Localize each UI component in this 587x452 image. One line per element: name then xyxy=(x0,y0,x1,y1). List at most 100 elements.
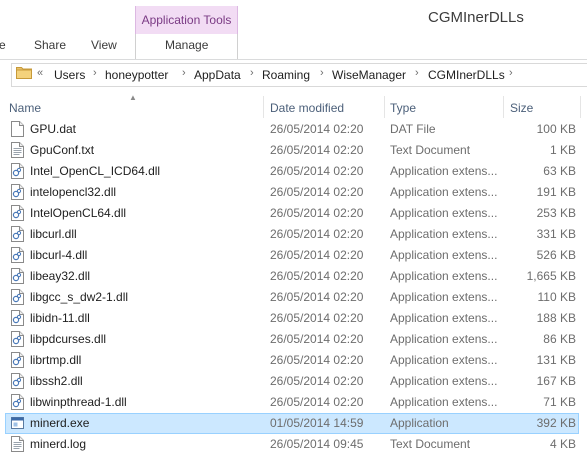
column-divider[interactable] xyxy=(503,96,504,118)
column-header-type[interactable]: Type xyxy=(390,101,416,115)
breadcrumb-honeypotter[interactable]: honeypotter xyxy=(105,68,168,82)
column-divider[interactable] xyxy=(263,96,264,118)
dll-file-icon xyxy=(11,226,24,242)
file-row[interactable]: libssh2.dll 26/05/2014 02:20 Application e… xyxy=(0,371,587,392)
file-size: 331 KB xyxy=(536,227,576,241)
file-date-modified: 26/05/2014 02:20 xyxy=(270,227,364,241)
column-divider[interactable] xyxy=(580,96,581,118)
file-date-modified: 26/05/2014 09:45 xyxy=(270,437,364,451)
dll-file-icon xyxy=(11,352,24,368)
file-size: 392 KB xyxy=(536,416,576,430)
breadcrumb-cgminerdlls[interactable]: CGMInerDLLs xyxy=(428,68,505,82)
file-type: Application extens... xyxy=(390,374,498,388)
column-divider[interactable] xyxy=(384,96,385,118)
breadcrumb-overflow-chevron[interactable]: « xyxy=(37,67,43,79)
file-row[interactable]: libeay32.dll 26/05/2014 02:20 Application … xyxy=(0,266,587,287)
file-date-modified: 01/05/2014 14:59 xyxy=(270,416,364,430)
file-name: GpuConf.txt xyxy=(30,143,95,157)
file-name: libcurl-4.dll xyxy=(30,248,88,262)
file-date-modified: 26/05/2014 02:20 xyxy=(270,374,364,388)
dll-file-icon xyxy=(11,310,24,326)
window-title: CGMInerDLLs xyxy=(428,9,524,26)
breadcrumb-chevron-icon[interactable]: › xyxy=(509,67,513,79)
file-type: Application extens... xyxy=(390,395,498,409)
text-file-icon xyxy=(11,142,24,158)
file-name: librtmp.dll xyxy=(30,353,82,367)
file-name: libidn-11.dll xyxy=(30,311,90,325)
file-type: Application extens... xyxy=(390,269,498,283)
file-row[interactable]: libcurl-4.dll 26/05/2014 02:20 Application… xyxy=(0,245,587,266)
breadcrumb-appdata[interactable]: AppData xyxy=(194,68,241,82)
file-name: Intel_OpenCL_ICD64.dll xyxy=(30,164,161,178)
file-date-modified: 26/05/2014 02:20 xyxy=(270,164,364,178)
file-size: 86 KB xyxy=(543,332,576,346)
file-name: libgcc_s_dw2-1.dll xyxy=(30,290,129,304)
file-type: Application extens... xyxy=(390,227,498,241)
file-row[interactable]: intelopencl32.dll 26/05/2014 02:20 Applica… xyxy=(0,182,587,203)
file-type: Application extens... xyxy=(390,332,498,346)
file-row[interactable]: minerd.exe 01/05/2014 14:59 Application 392… xyxy=(0,413,587,434)
file-type: Application extens... xyxy=(390,206,498,220)
file-size: 110 KB xyxy=(537,290,576,304)
file-date-modified: 26/05/2014 02:20 xyxy=(270,332,364,346)
file-row[interactable]: GPU.dat 26/05/2014 02:20 DAT File 100 KB xyxy=(0,119,587,140)
breadcrumb-chevron-icon[interactable]: › xyxy=(415,67,419,79)
file-type: Application extens... xyxy=(390,290,498,304)
file-type: Text Document xyxy=(390,143,471,157)
tab-view[interactable]: View xyxy=(91,38,117,52)
text-file-icon xyxy=(11,436,24,452)
breadcrumb-roaming[interactable]: Roaming xyxy=(262,68,310,82)
file-size: 191 KB xyxy=(536,185,576,199)
file-name: libpdcurses.dll xyxy=(30,332,107,346)
file-size: 188 KB xyxy=(536,311,576,325)
file-date-modified: 26/05/2014 02:20 xyxy=(270,122,364,136)
dll-file-icon xyxy=(11,394,24,410)
dll-file-icon xyxy=(11,205,24,221)
file-size: 4 KB xyxy=(549,437,576,451)
file-name: minerd.log xyxy=(30,437,87,451)
file-row[interactable]: libwinpthread-1.dll 26/05/2014 02:20 Appli… xyxy=(0,392,587,413)
file-row[interactable]: librtmp.dll 26/05/2014 02:20 Application e… xyxy=(0,350,587,371)
file-type: DAT File xyxy=(390,122,436,136)
file-type: Text Document xyxy=(390,437,471,451)
file-size: 63 KB xyxy=(543,164,576,178)
file-list: GPU.dat 26/05/2014 02:20 DAT File 100 KB Gpu… xyxy=(0,119,587,452)
file-name: libssh2.dll xyxy=(30,374,83,388)
file-row[interactable]: minerd.log 26/05/2014 09:45 Text Document 4… xyxy=(0,434,587,452)
dll-file-icon xyxy=(11,163,24,179)
file-date-modified: 26/05/2014 02:20 xyxy=(270,311,364,325)
file-row[interactable]: libgcc_s_dw2-1.dll 26/05/2014 02:20 Applic… xyxy=(0,287,587,308)
file-size: 1 KB xyxy=(549,143,576,157)
exe-file-icon xyxy=(11,417,24,429)
file-type: Application extens... xyxy=(390,164,498,178)
breadcrumb-chevron-icon[interactable]: › xyxy=(250,67,254,79)
file-row[interactable]: IntelOpenCL64.dll 26/05/2014 02:20 Applica… xyxy=(0,203,587,224)
file-row[interactable]: libidn-11.dll 26/05/2014 02:20 Application… xyxy=(0,308,587,329)
file-size: 71 KB xyxy=(543,395,576,409)
file-name: intelopencl32.dll xyxy=(30,185,117,199)
file-name: libeay32.dll xyxy=(30,269,91,283)
column-header-date-modified[interactable]: Date modified xyxy=(270,101,344,115)
file-date-modified: 26/05/2014 02:20 xyxy=(270,290,364,304)
tab-home-partial[interactable]: e xyxy=(0,38,6,52)
column-header-size[interactable]: Size xyxy=(510,101,533,115)
tab-manage[interactable]: Manage xyxy=(165,38,208,52)
breadcrumb-users[interactable]: Users xyxy=(54,68,85,82)
breadcrumb-chevron-icon[interactable]: › xyxy=(320,67,324,79)
breadcrumb-chevron-icon[interactable]: › xyxy=(182,67,186,79)
file-date-modified: 26/05/2014 02:20 xyxy=(270,143,364,157)
file-type: Application extens... xyxy=(390,248,498,262)
breadcrumb-chevron-icon[interactable]: › xyxy=(93,67,97,79)
file-row[interactable]: libpdcurses.dll 26/05/2014 02:20 Applicati… xyxy=(0,329,587,350)
file-size: 167 KB xyxy=(536,374,576,388)
dll-file-icon xyxy=(11,184,24,200)
dll-file-icon xyxy=(11,268,24,284)
file-name: libcurl.dll xyxy=(30,227,77,241)
breadcrumb-wisemanager[interactable]: WiseManager xyxy=(332,68,406,82)
tab-share[interactable]: Share xyxy=(34,38,66,52)
file-row[interactable]: Intel_OpenCL_ICD64.dll 26/05/2014 02:20 Ap… xyxy=(0,161,587,182)
column-header-name[interactable]: Name xyxy=(9,101,41,115)
file-date-modified: 26/05/2014 02:20 xyxy=(270,206,364,220)
file-row[interactable]: libcurl.dll 26/05/2014 02:20 Application e… xyxy=(0,224,587,245)
file-row[interactable]: GpuConf.txt 26/05/2014 02:20 Text Document… xyxy=(0,140,587,161)
